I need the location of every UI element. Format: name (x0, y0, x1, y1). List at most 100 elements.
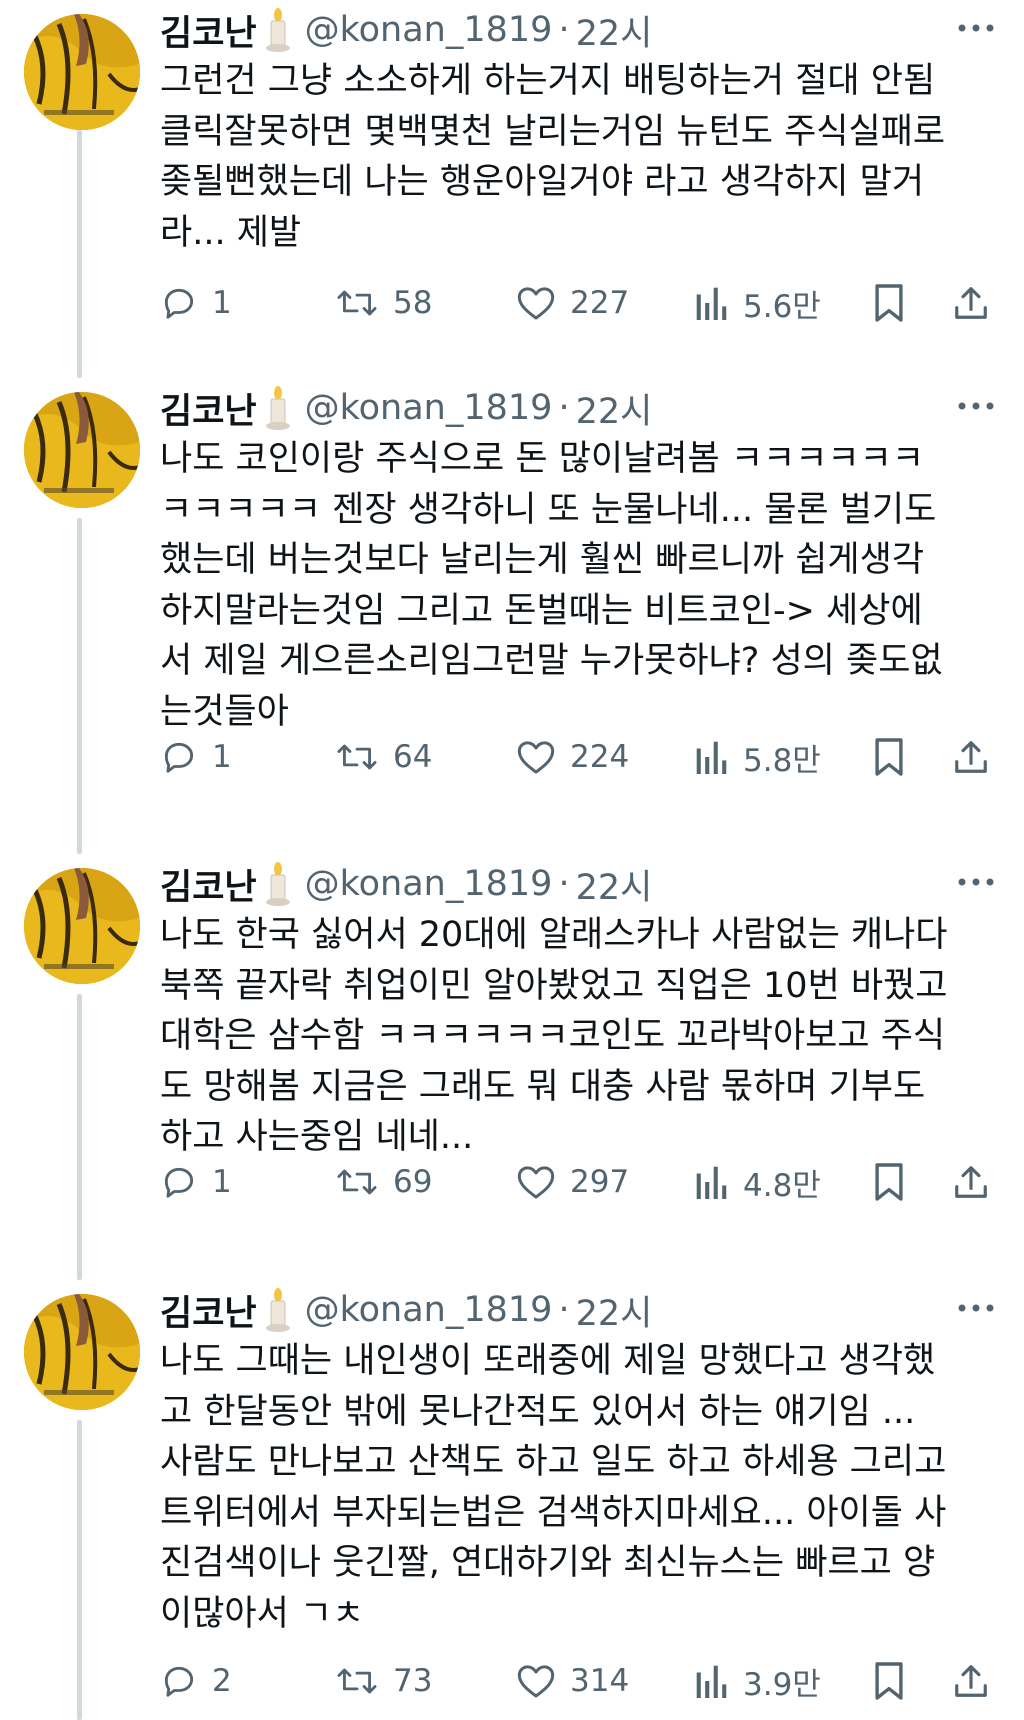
candle-emoji-icon (263, 861, 293, 907)
action-bar: 1 58 227 5.6만 (160, 278, 1000, 328)
tweet-text-line: 했는데 버는것보다 날리는게 훨씬 빠르니까 쉽게생각 (160, 540, 925, 580)
reply-button[interactable]: 1 (160, 732, 232, 782)
more-dots-icon[interactable] (956, 396, 996, 416)
tweet-text: 나도 코인이랑 주식으로 돈 많이날려봄 ㅋㅋㅋㅋㅋㅋ ㅋㅋㅋㅋㅋ 젠장 생각하… (160, 434, 995, 737)
tweet-text-line: 북쪽 끝자락 취업이민 알아봤었고 직업은 10번 바꿨고 (160, 965, 948, 1006)
retweet-button[interactable]: 58 (335, 278, 432, 328)
views-button[interactable]: 4.8만 (695, 1157, 821, 1207)
tweet-1[interactable]: 김코난 @konan_1819 · 22시 그런건 그냥 소소하게 하는거지 배… (0, 0, 1024, 378)
reply-button[interactable]: 2 (160, 1656, 232, 1706)
retweet-arrows-icon (337, 1169, 377, 1195)
thread-connector-line (77, 994, 82, 1280)
tweet-text-line: 서 제일 게으른소리임그런말 누가못하냐? 성의 좆도없 (160, 641, 943, 681)
retweet-button[interactable]: 73 (335, 1656, 432, 1706)
display-name[interactable]: 김코난 (160, 5, 257, 56)
tweet-3[interactable]: 김코난 @konan_1819 · 22시 나도 한국 싫어서 20대에 알래스… (0, 854, 1024, 1280)
timestamp[interactable]: 22시 (576, 859, 653, 910)
action-bar: 2 73 314 3.9만 (160, 1656, 1000, 1706)
more-dots-icon[interactable] (956, 872, 996, 892)
bar-chart-icon (696, 1665, 727, 1698)
bookmark-button[interactable] (872, 732, 906, 782)
display-name[interactable]: 김코난 (160, 859, 257, 910)
bookmark-button[interactable] (872, 1656, 906, 1706)
reply-button[interactable]: 1 (160, 278, 232, 328)
like-button[interactable]: 297 (516, 1157, 629, 1207)
avatar[interactable] (24, 392, 140, 508)
like-button[interactable]: 224 (516, 732, 629, 782)
like-count: 227 (570, 285, 630, 321)
tweet-text: 나도 그때는 내인생이 또래중에 제일 망했다고 생각했 고 한달동안 밖에 못… (160, 1336, 995, 1639)
reply-count: 1 (212, 739, 232, 775)
retweet-count: 69 (393, 1164, 433, 1200)
share-button[interactable] (952, 278, 990, 328)
view-count: 4.8만 (743, 1167, 821, 1204)
views-button[interactable]: 5.6만 (695, 278, 821, 328)
tweet-header: 김코난 @konan_1819 · 22시 (160, 1286, 652, 1334)
user-handle[interactable]: @konan_1819 (305, 864, 553, 904)
avatar[interactable] (24, 868, 140, 984)
tweet-text-line: 나도 코인이랑 주식으로 돈 많이날려봄 ㅋㅋㅋㅋㅋㅋ (160, 439, 925, 479)
bar-chart-icon (696, 741, 727, 774)
tweet-text-line: 이많아서 ㄱㅊ (160, 1593, 365, 1634)
heart-icon (517, 1166, 555, 1199)
retweet-arrows-icon (337, 290, 377, 316)
more-dots-icon[interactable] (956, 1298, 996, 1318)
timestamp[interactable]: 22시 (576, 383, 653, 434)
display-name[interactable]: 김코난 (160, 1285, 257, 1336)
timestamp[interactable]: 22시 (576, 1285, 653, 1336)
avatar-column (24, 392, 140, 508)
bookmark-button[interactable] (872, 278, 906, 328)
speech-bubble-icon (164, 1167, 194, 1198)
reply-button[interactable]: 1 (160, 1157, 232, 1207)
share-upload-icon (955, 1166, 987, 1198)
bookmark-icon (875, 1163, 903, 1201)
speech-bubble-icon (164, 288, 194, 319)
bookmark-icon (875, 1662, 903, 1700)
retweet-count: 64 (393, 739, 433, 775)
share-button[interactable] (952, 1157, 990, 1207)
retweet-count: 58 (393, 285, 433, 321)
action-bar: 1 64 224 5.8만 (160, 732, 1000, 782)
like-count: 314 (570, 1663, 630, 1699)
bookmark-button[interactable] (872, 1157, 906, 1207)
avatar[interactable] (24, 1294, 140, 1410)
more-dots-icon[interactable] (956, 18, 996, 38)
like-count: 297 (570, 1164, 630, 1200)
user-handle[interactable]: @konan_1819 (305, 388, 553, 428)
like-button[interactable]: 314 (516, 1656, 629, 1706)
share-button[interactable] (952, 732, 990, 782)
views-button[interactable]: 5.8만 (695, 732, 821, 782)
like-button[interactable]: 227 (516, 278, 629, 328)
tweet-4[interactable]: 김코난 @konan_1819 · 22시 나도 그때는 내인생이 또래중에 제… (0, 1280, 1024, 1720)
heart-icon (517, 1665, 555, 1698)
tweet-text: 나도 한국 싫어서 20대에 알래스카나 사람없는 캐나다 북쪽 끝자락 취업이… (160, 910, 995, 1163)
avatar-column (24, 868, 140, 984)
user-handle[interactable]: @konan_1819 (305, 1290, 553, 1330)
tweet-text-line: 하고 사는중임 네네... (160, 1117, 474, 1157)
retweet-arrows-icon (337, 1668, 377, 1694)
tweet-text-line: 는것들아 (160, 691, 289, 732)
tweet-text-line: 나도 그때는 내인생이 또래중에 제일 망했다고 생각했 (160, 1341, 936, 1381)
speech-bubble-icon (164, 742, 194, 773)
tweet-2[interactable]: 김코난 @konan_1819 · 22시 나도 코인이랑 주식으로 돈 많이날… (0, 378, 1024, 854)
views-button[interactable]: 3.9만 (695, 1656, 821, 1706)
display-name[interactable]: 김코난 (160, 383, 257, 434)
timestamp[interactable]: 22시 (576, 5, 653, 56)
retweet-button[interactable]: 64 (335, 732, 432, 782)
share-button[interactable] (952, 1656, 990, 1706)
heart-icon (517, 287, 555, 320)
reply-count: 1 (212, 1164, 232, 1200)
user-handle[interactable]: @konan_1819 (305, 10, 553, 50)
reply-count: 1 (212, 285, 232, 321)
tweet-text-line: 대학은 삼수함 ㅋㅋㅋㅋㅋㅋ코인도 꼬라박아보고 주식 (160, 1016, 946, 1056)
like-count: 224 (570, 739, 630, 775)
tweet-text-line: 진검색이나 웃긴짤, 연대하기와 최신뉴스는 빠르고 양 (160, 1543, 936, 1583)
avatar[interactable] (24, 14, 140, 130)
separator-dot: · (558, 864, 570, 904)
action-bar: 1 69 297 4.8만 (160, 1157, 1000, 1207)
retweet-button[interactable]: 69 (335, 1157, 432, 1207)
avatar-column (24, 14, 140, 130)
separator-dot: · (558, 10, 570, 50)
view-count: 5.8만 (743, 742, 821, 779)
share-upload-icon (955, 287, 987, 319)
